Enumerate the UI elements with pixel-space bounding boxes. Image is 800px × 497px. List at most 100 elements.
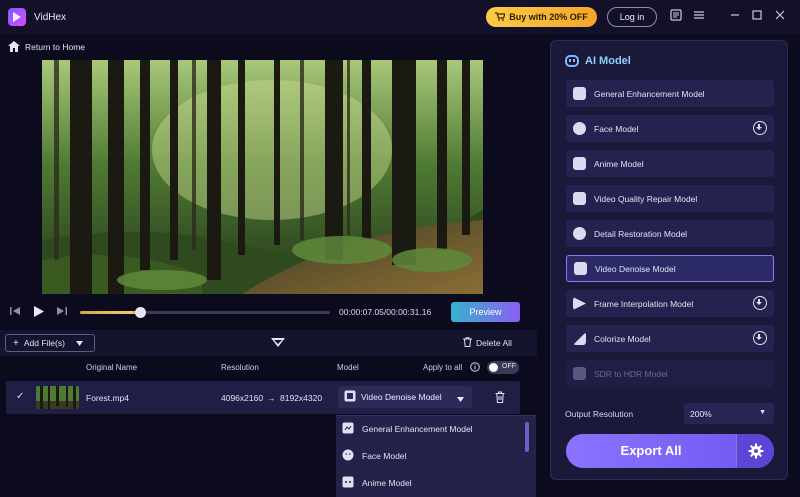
dropdown-item-label: Face Model	[362, 451, 407, 461]
model-colorize[interactable]: Colorize Model	[566, 325, 774, 352]
model-label: SDR to HDR Model	[594, 368, 668, 379]
model-sdr-to-hdr: SDR to HDR Model	[566, 360, 774, 387]
login-button[interactable]: Log in	[607, 7, 657, 27]
app-logo-icon	[8, 8, 26, 26]
add-files-label: Add File(s)	[23, 338, 65, 348]
model-select[interactable]: Video Denoise Model	[338, 386, 472, 408]
ai-model-panel: AI Model General Enhancement Model Face …	[550, 40, 788, 480]
title-bar: VidHex Buy with 20% OFF Log in	[0, 0, 800, 34]
buy-button[interactable]: Buy with 20% OFF	[486, 7, 597, 27]
app-window: VidHex Buy with 20% OFF Log in Return to…	[0, 0, 800, 497]
maximize-icon[interactable]	[750, 9, 764, 23]
video-repair-icon	[573, 192, 586, 205]
chevron-down-icon	[75, 338, 83, 348]
dropdown-item-label: Anime Model	[362, 478, 412, 488]
model-label: Detail Restoration Model	[594, 228, 688, 239]
minimize-icon[interactable]	[728, 9, 742, 23]
general-enhancement-icon	[342, 422, 354, 436]
progress-handle[interactable]	[135, 307, 146, 318]
info-icon[interactable]	[470, 362, 480, 374]
resolution-to: 8192x4320	[280, 393, 323, 403]
video-thumbnail	[36, 386, 79, 409]
buy-button-label: Buy with 20% OFF	[509, 12, 588, 22]
header-original-name: Original Name	[86, 363, 138, 372]
toggle-knob	[489, 363, 498, 372]
trash-icon[interactable]	[495, 391, 505, 403]
model-dropdown-list: General Enhancement Model Face Model Ani…	[336, 415, 536, 497]
model-label: Video Denoise Model	[595, 263, 676, 274]
export-all-button[interactable]: Export All	[566, 434, 774, 468]
collapse-icon[interactable]	[271, 338, 285, 348]
dropdown-scrollbar[interactable]	[525, 422, 529, 452]
panel-title: AI Model	[565, 55, 631, 67]
plus-icon: +	[13, 337, 19, 349]
ai-robot-icon	[565, 55, 579, 67]
arrow-right-icon: →	[267, 393, 276, 403]
model-label: Face Model	[594, 123, 639, 134]
video-preview	[42, 60, 483, 294]
table-row[interactable]: ✓ Forest.mp4 4096x2160 → 8192x4320 Video…	[6, 381, 520, 414]
dropdown-item[interactable]: Anime Model	[336, 470, 522, 496]
face-icon	[573, 122, 586, 135]
preview-button[interactable]: Preview	[451, 302, 520, 322]
general-enhancement-icon	[573, 87, 586, 100]
model-label: General Enhancement Model	[594, 88, 705, 99]
output-resolution-label: Output Resolution	[565, 409, 634, 419]
chevron-down-icon: ▼	[759, 409, 766, 416]
output-resolution-value: 200%	[690, 408, 712, 419]
hdr-icon	[573, 367, 586, 380]
model-video-quality-repair[interactable]: Video Quality Repair Model	[566, 185, 774, 212]
model-anime[interactable]: Anime Model	[566, 150, 774, 177]
file-table-header: Original Name Resolution Model Apply to …	[0, 359, 537, 377]
add-files-button[interactable]: + Add File(s)	[5, 334, 95, 352]
face-icon	[342, 449, 354, 463]
anime-icon	[342, 476, 354, 490]
dropdown-item[interactable]: General Enhancement Model	[336, 416, 522, 442]
progress-fill	[80, 311, 140, 314]
feedback-icon[interactable]	[669, 9, 683, 23]
download-icon[interactable]	[753, 296, 767, 310]
file-name: Forest.mp4	[86, 393, 129, 403]
home-icon	[8, 40, 20, 54]
menu-icon[interactable]	[692, 9, 706, 23]
model-face[interactable]: Face Model	[566, 115, 774, 142]
return-home-label: Return to Home	[25, 42, 85, 52]
download-icon[interactable]	[753, 331, 767, 345]
delete-all-button[interactable]: Delete All	[463, 337, 512, 349]
dropdown-item[interactable]: Face Model	[336, 443, 522, 469]
model-general-enhancement[interactable]: General Enhancement Model	[566, 80, 774, 107]
panel-title-label: AI Model	[585, 55, 631, 67]
apply-all-toggle[interactable]: OFF	[487, 361, 519, 374]
trash-icon	[463, 337, 472, 349]
gear-icon[interactable]	[736, 434, 774, 468]
dropdown-item-label: General Enhancement Model	[362, 424, 473, 434]
denoise-model-icon	[574, 262, 587, 275]
play-icon[interactable]	[32, 305, 45, 321]
detail-restoration-icon	[573, 227, 586, 240]
return-home-link[interactable]: Return to Home	[0, 36, 85, 58]
skip-back-icon[interactable]	[9, 305, 21, 320]
denoise-model-icon	[344, 390, 356, 404]
model-frame-interpolation[interactable]: Frame Interpolation Model	[566, 290, 774, 317]
output-resolution-select[interactable]: 200% ▼	[684, 403, 774, 424]
close-icon[interactable]	[773, 9, 787, 23]
resolution-from: 4096x2160	[221, 393, 264, 403]
model-video-denoise[interactable]: Video Denoise Model	[566, 255, 774, 282]
timecode: 00:00:07.05/00:00:31.16	[339, 307, 432, 317]
delete-all-label: Delete All	[476, 338, 512, 348]
model-detail-restoration[interactable]: Detail Restoration Model	[566, 220, 774, 247]
model-label: Anime Model	[594, 158, 644, 169]
frame-interpolation-icon	[573, 297, 586, 310]
header-resolution: Resolution	[221, 363, 259, 372]
progress-bar[interactable]	[80, 307, 330, 318]
model-label: Video Quality Repair Model	[594, 193, 698, 204]
toggle-label: OFF	[502, 363, 516, 370]
file-toolbar: + Add File(s) Delete All	[0, 330, 537, 356]
colorize-icon	[573, 332, 586, 345]
login-button-label: Log in	[619, 12, 645, 22]
download-icon[interactable]	[753, 121, 767, 135]
skip-forward-icon[interactable]	[56, 305, 68, 320]
checkmark-icon[interactable]: ✓	[16, 391, 24, 402]
chevron-down-icon	[457, 394, 464, 404]
model-label: Frame Interpolation Model	[594, 298, 694, 309]
